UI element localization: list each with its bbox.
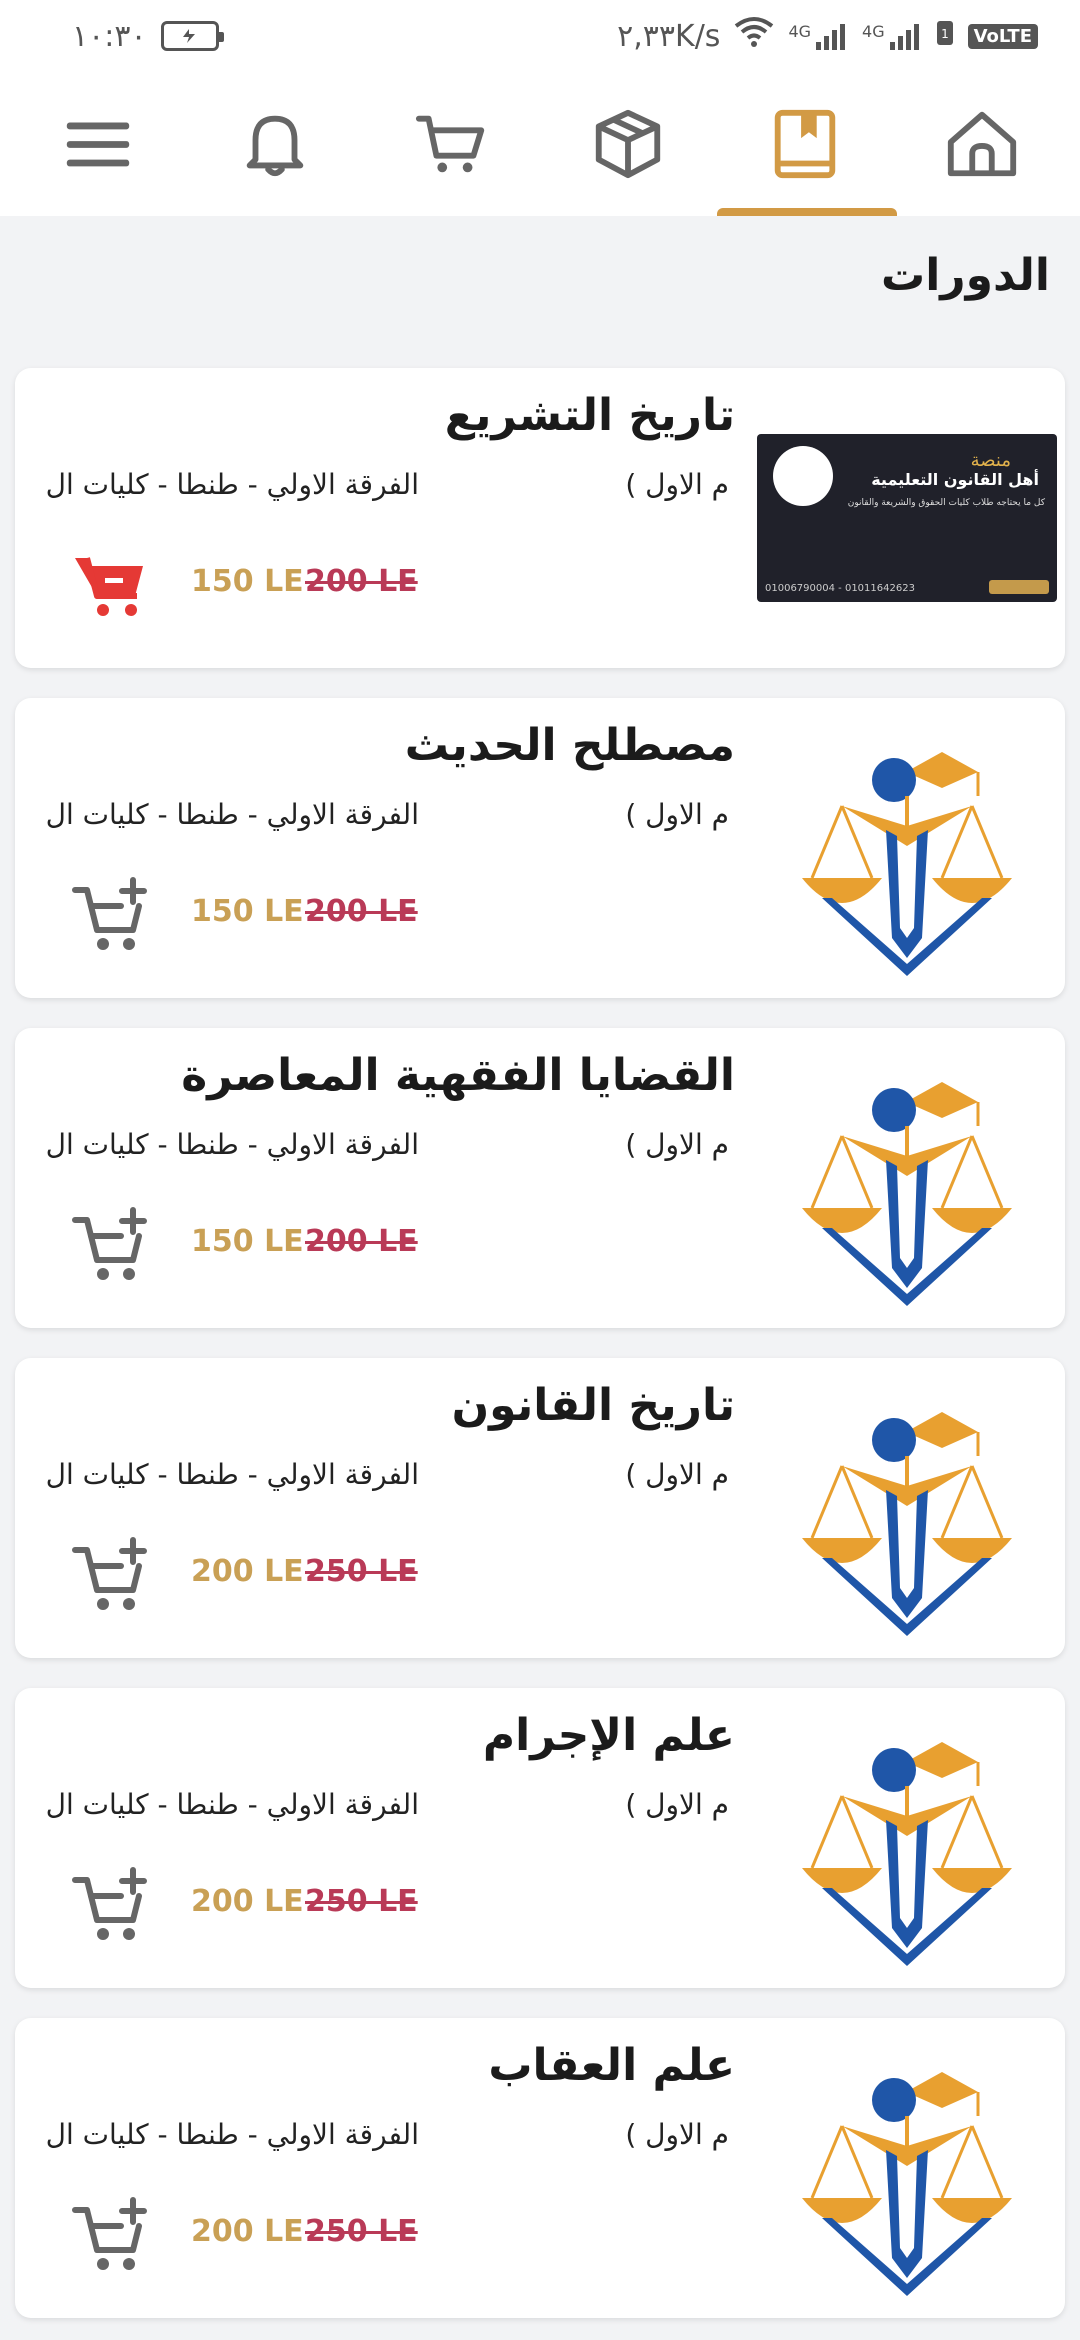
course-card[interactable]: مصطلح الحديث م الاول ) الفرقة الاولي - ط… (15, 698, 1065, 998)
banner-line-3: كل ما يحتاجه طلاب كليات الحقوق والشريعة … (847, 498, 1045, 508)
course-price: 150 LE (191, 894, 304, 929)
network-type-label-2: 4G (862, 22, 885, 41)
justice-scale-logo (802, 1082, 1012, 1306)
course-semester: م الاول ) (625, 1458, 729, 1491)
justice-scale-logo (802, 1742, 1012, 1966)
course-old-price: 250 LE (305, 2214, 418, 2249)
course-card[interactable]: علم العقاب م الاول ) الفرقة الاولي - طنط… (15, 2018, 1065, 2318)
banner-gold-strip (989, 580, 1049, 594)
course-title: علم الإجرام (482, 1710, 735, 1761)
home-icon (947, 111, 1016, 177)
course-title: تاريخ القانون (451, 1380, 735, 1431)
course-title: تاريخ التشريع (444, 390, 735, 441)
course-price: 150 LE (191, 564, 304, 599)
network-type-label: 4G (788, 22, 812, 41)
course-description: الفرقة الاولي - طنطا - كليات ال (47, 2118, 419, 2151)
cart-add-icon (72, 877, 147, 950)
cart-add-icon (72, 1867, 147, 1940)
remove-from-cart-button[interactable] (71, 546, 151, 626)
banner-line-1: منصة (970, 450, 1011, 471)
nav-cart[interactable] (363, 72, 540, 216)
course-description: الفرقة الاولي - طنطا - كليات ال (47, 1788, 419, 1821)
course-semester: م الاول ) (625, 1128, 729, 1161)
course-description: الفرقة الاولي - طنطا - كليات ال (47, 1128, 419, 1161)
top-nav (0, 72, 1080, 216)
cart-add-icon (72, 2197, 147, 2270)
status-bar: ١٠:٣٠ ٢,٣٣K/s 4G 4G 1 VoLTE (0, 0, 1080, 72)
cart-icon (415, 115, 484, 173)
course-card[interactable]: تاريخ القانون م الاول ) الفرقة الاولي - … (15, 1358, 1065, 1658)
course-title: مصطلح الحديث (404, 720, 735, 771)
course-card[interactable]: منصة أهل القانون التعليمية كل ما يحتاجه … (15, 368, 1065, 668)
course-thumbnail: منصة أهل القانون التعليمية كل ما يحتاجه … (749, 368, 1065, 668)
course-old-price: 200 LE (305, 1224, 418, 1259)
add-to-cart-button[interactable] (71, 1536, 151, 1616)
nav-courses[interactable] (716, 72, 897, 216)
course-old-price: 200 LE (305, 564, 418, 599)
course-thumbnail (749, 698, 1065, 998)
course-old-price: 200 LE (305, 894, 418, 929)
course-price: 200 LE (191, 2214, 304, 2249)
banner-line-2: أهل القانون التعليمية (871, 470, 1039, 489)
nav-home[interactable] (893, 72, 1070, 216)
add-to-cart-button[interactable] (71, 2196, 151, 2276)
course-thumbnail (749, 1688, 1065, 1988)
box-icon (596, 109, 661, 179)
course-semester: م الاول ) (625, 1788, 729, 1821)
course-title: القضايا الفقهية المعاصرة (181, 1050, 735, 1101)
battery-icon (160, 21, 224, 51)
net-speed: ٢,٣٣K/s (617, 18, 721, 54)
course-semester: م الاول ) (625, 2118, 729, 2151)
justice-scale-logo (802, 1412, 1012, 1636)
signal-icon: 4G (788, 22, 848, 50)
sim-icon: 1 (936, 19, 954, 54)
justice-scale-logo (802, 2072, 1012, 2296)
course-banner-image: منصة أهل القانون التعليمية كل ما يحتاجه … (757, 434, 1057, 602)
nav-packages[interactable] (540, 72, 717, 216)
add-to-cart-button[interactable] (71, 1206, 151, 1286)
cart-add-icon (72, 1207, 147, 1280)
course-price: 200 LE (191, 1884, 304, 1919)
course-description: الفرقة الاولي - طنطا - كليات ال (47, 1458, 419, 1491)
course-semester: م الاول ) (625, 798, 729, 831)
cart-add-icon (72, 1537, 147, 1610)
wifi-icon (734, 16, 774, 56)
page-title: الدورات (881, 250, 1050, 301)
status-left: ١٠:٣٠ (72, 18, 224, 54)
course-title: علم العقاب (488, 2040, 735, 2091)
add-to-cart-button[interactable] (71, 1866, 151, 1946)
add-to-cart-button[interactable] (71, 876, 151, 956)
course-price: 200 LE (191, 1554, 304, 1589)
status-right: ٢,٣٣K/s 4G 4G 1 VoLTE (617, 16, 1038, 56)
nav-menu[interactable] (10, 72, 187, 216)
justice-scale-logo (802, 752, 1012, 976)
course-list: منصة أهل القانون التعليمية كل ما يحتاجه … (15, 368, 1065, 2340)
course-card[interactable]: علم الإجرام م الاول ) الفرقة الاولي - طن… (15, 1688, 1065, 1988)
book-icon (774, 109, 836, 179)
course-description: الفرقة الاولي - طنطا - كليات ال (47, 468, 419, 501)
course-old-price: 250 LE (305, 1884, 418, 1919)
bell-icon (246, 115, 304, 177)
course-thumbnail (749, 1028, 1065, 1328)
nav-notifications[interactable] (187, 72, 364, 216)
banner-phone: 01006790004 - 01011642623 (765, 583, 915, 594)
cart-filled-icon (75, 557, 143, 616)
svg-text:1: 1 (941, 27, 949, 41)
course-card[interactable]: القضايا الفقهية المعاصرة م الاول ) الفرق… (15, 1028, 1065, 1328)
course-thumbnail (749, 1358, 1065, 1658)
course-price: 150 LE (191, 1224, 304, 1259)
platform-logo (773, 446, 833, 506)
status-time: ١٠:٣٠ (72, 18, 147, 54)
signal-icon-2: 4G (862, 22, 922, 50)
course-semester: م الاول ) (625, 468, 729, 501)
course-description: الفرقة الاولي - طنطا - كليات ال (47, 798, 419, 831)
course-old-price: 250 LE (305, 1554, 418, 1589)
course-thumbnail (749, 2018, 1065, 2318)
menu-icon (67, 122, 130, 167)
volte-badge: VoLTE (967, 23, 1038, 49)
